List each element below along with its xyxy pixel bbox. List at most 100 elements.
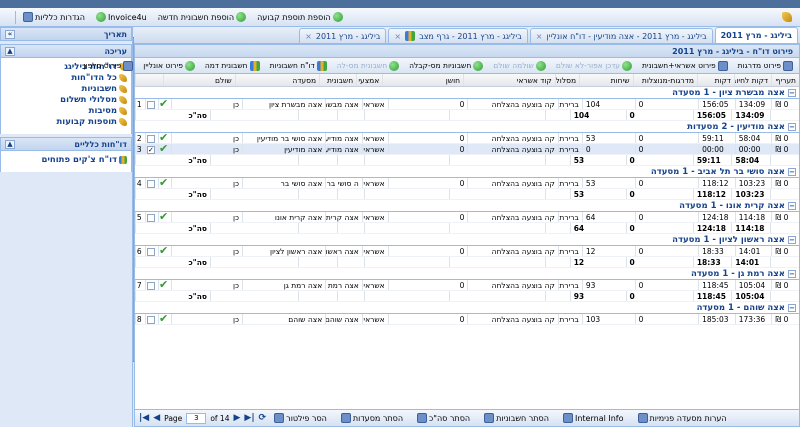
pager-button-1[interactable]: הסתר מסעדות bbox=[337, 411, 407, 426]
report-tool-button-1[interactable]: פירוט אשראי+חשבונית bbox=[639, 59, 731, 72]
sidebar-item[interactable]: תוספות קבועות bbox=[5, 117, 127, 128]
group-header[interactable]: −אצה מבשרת ציון - 1 מסעדה bbox=[135, 87, 799, 99]
column-header-invoice[interactable]: חשבונית bbox=[319, 74, 356, 86]
group-header[interactable]: −אצה שוהם - 1 מסעדה bbox=[135, 302, 799, 314]
report-tool-button-2[interactable]: עדכן אפור-לא שולם bbox=[553, 59, 635, 72]
table-row[interactable]: 0 ₪105:04118:45093ברירת מחדל - מדרגותקה … bbox=[135, 280, 799, 291]
report-tool-button-6[interactable]: דו"ח חשבוניות bbox=[267, 59, 330, 72]
table-row[interactable]: 0 ₪00:0000:0000ברירת מחדל - מדרגותקה בוצ… bbox=[135, 144, 799, 155]
row-checkbox[interactable]: ✓ bbox=[146, 146, 155, 154]
column-header-used-tiers[interactable]: מדרגות-מנוצלות bbox=[632, 74, 697, 86]
table-row[interactable]: 0 ₪114:18124:18064ברירת מחדל - מדרגותקה … bbox=[135, 212, 799, 223]
general-settings-button[interactable]: הגדרות כלליות bbox=[19, 10, 89, 25]
add-invoice-button[interactable]: הוספת חשבונית חדשה bbox=[154, 10, 250, 25]
pager-button-3[interactable]: הסתר חשבוניות bbox=[480, 411, 553, 426]
report-tool-button-4[interactable]: חשבוניות מס-קבלה bbox=[406, 59, 486, 72]
check-icon: ✔ bbox=[159, 178, 169, 188]
report-tool-button-3[interactable]: שולמה שולם bbox=[490, 59, 549, 72]
row-checkbox[interactable] bbox=[146, 214, 155, 222]
row-checkbox[interactable] bbox=[146, 101, 155, 109]
select-cell[interactable]: ✓ bbox=[144, 144, 158, 154]
invoice4u-button[interactable]: Invoice4u bbox=[92, 10, 151, 25]
edit-panel-header[interactable]: ▲ עריכה bbox=[0, 44, 132, 58]
close-icon[interactable]: × bbox=[305, 32, 312, 41]
report-tool-button-5[interactable]: חשבונית מס-לה bbox=[334, 59, 402, 72]
column-header-status[interactable] bbox=[135, 74, 163, 86]
table-row[interactable]: 0 ₪134:09156:050104ברירת מחדל - מדרגותקה… bbox=[135, 99, 799, 110]
tab-3[interactable]: ביליגג - מרץ 2011 × bbox=[299, 28, 387, 43]
sidebar-item[interactable]: כל הדו"חות bbox=[5, 73, 127, 84]
column-header-billable-minutes[interactable]: דקות לחיוב bbox=[733, 74, 771, 86]
group-header[interactable]: −אצה רמת גן - 1 מסעדה bbox=[135, 268, 799, 280]
tab-0[interactable]: ביליגג - מרץ 2011 bbox=[714, 27, 798, 43]
table-row[interactable]: 0 ₪173:36185:030103ברירת מחדל - מדרגותקה… bbox=[135, 314, 799, 325]
general-reports-header[interactable]: ▲ דו"חות כלליים bbox=[0, 137, 132, 151]
settings-button[interactable] bbox=[778, 10, 796, 25]
row-checkbox[interactable] bbox=[146, 282, 155, 290]
collapse-icon[interactable]: − bbox=[788, 167, 796, 176]
table-row[interactable]: 0 ₪58:0459:11053ברירת מחדל - מדרגותקה בו… bbox=[135, 133, 799, 144]
table-row[interactable]: 0 ₪103:23118:12053ברירת מחדל - מדרגותקה … bbox=[135, 178, 799, 189]
collapse-icon[interactable]: ▲ bbox=[5, 46, 15, 56]
tab-2[interactable]: ביליגג - מרץ 2011 - גרף מצב × bbox=[388, 28, 528, 43]
collapse-icon[interactable]: « bbox=[5, 29, 15, 39]
close-icon[interactable]: × bbox=[394, 32, 401, 41]
page-input[interactable] bbox=[186, 412, 207, 424]
refresh-icon[interactable]: ⟳ bbox=[259, 413, 267, 423]
add-fixed-addition-button[interactable]: הוספת תוספת קבועה bbox=[253, 10, 347, 25]
table-row[interactable]: 0 ₪14:0118:33012ברירת מחדל - מדרגותקה בו… bbox=[135, 246, 799, 257]
next-page-icon[interactable]: ▶ bbox=[233, 413, 240, 423]
column-header-hoshen[interactable]: חושן bbox=[382, 74, 463, 86]
collapse-icon[interactable]: − bbox=[788, 269, 796, 278]
select-cell[interactable] bbox=[144, 178, 158, 188]
pager-button-4[interactable]: Internal Info bbox=[559, 411, 628, 426]
last-page-icon[interactable]: ▶| bbox=[244, 413, 254, 423]
select-cell[interactable] bbox=[144, 314, 158, 324]
select-cell[interactable] bbox=[144, 246, 158, 256]
collapse-icon[interactable]: − bbox=[788, 88, 796, 97]
collapse-icon[interactable]: ▲ bbox=[5, 139, 15, 149]
column-header-credit-code[interactable]: קוד אשראי bbox=[463, 74, 555, 86]
empty-cell bbox=[209, 155, 298, 165]
dates-panel-header[interactable]: « תאריך bbox=[0, 27, 132, 41]
select-cell[interactable] bbox=[144, 99, 158, 109]
column-header-payment-route[interactable]: מסלול תשלום bbox=[554, 74, 579, 86]
row-checkbox[interactable] bbox=[146, 180, 155, 188]
column-header-rate[interactable]: תעריף bbox=[771, 74, 799, 86]
report-tool-button-0[interactable]: פירוט מדרגות bbox=[735, 59, 796, 72]
column-header-paid[interactable]: שולם bbox=[162, 74, 235, 86]
row-checkbox[interactable] bbox=[146, 316, 155, 324]
collapse-icon[interactable]: − bbox=[788, 122, 796, 131]
tab-1[interactable]: ביליגג - מרץ 2011 - אצה מודיעין - דו"ח א… bbox=[529, 28, 713, 43]
column-header-minutes[interactable]: דקות bbox=[696, 74, 734, 86]
collapse-icon[interactable]: − bbox=[788, 303, 796, 312]
pager-button-2[interactable]: הסתר סה"כ bbox=[413, 411, 474, 426]
group-header[interactable]: −אצה מודיעין - 2 מסעדות bbox=[135, 121, 799, 133]
row-checkbox[interactable] bbox=[146, 135, 155, 143]
first-page-icon[interactable]: |◀ bbox=[139, 413, 149, 423]
pager-button-0[interactable]: הסר פילטור bbox=[270, 411, 331, 426]
select-cell[interactable] bbox=[144, 280, 158, 290]
sidebar-item[interactable]: מסיבות bbox=[5, 106, 127, 117]
report-tool-button-8[interactable]: פירוט אונליין bbox=[140, 59, 198, 72]
select-cell[interactable] bbox=[144, 133, 158, 143]
layout-button[interactable] bbox=[0, 10, 664, 362]
group-header[interactable]: −אצה סושי בר תל אביב - 1 מסעדה bbox=[135, 166, 799, 178]
prev-page-icon[interactable]: ◀ bbox=[153, 413, 160, 423]
column-header-payment-method[interactable]: אמצעי תשלום bbox=[356, 74, 382, 86]
close-icon[interactable]: × bbox=[536, 32, 543, 41]
column-header-restaurant[interactable]: מסעדה bbox=[234, 74, 319, 86]
select-cell[interactable] bbox=[144, 212, 158, 222]
group-header[interactable]: −אצה קרית אונו - 1 מסעדה bbox=[135, 200, 799, 212]
group-header[interactable]: −אצה ראשון לציון - 1 מסעדה bbox=[135, 234, 799, 246]
pager-button-5[interactable]: הערות מסעדה פנימיות bbox=[634, 411, 731, 426]
row-checkbox[interactable] bbox=[146, 248, 155, 256]
collapse-icon[interactable]: − bbox=[788, 235, 796, 244]
sidebar-item[interactable]: חשבוניות bbox=[5, 84, 127, 95]
column-header-calls[interactable]: שיחות bbox=[579, 74, 632, 86]
report-tool-button-7[interactable]: חשבונית דמה bbox=[202, 59, 263, 72]
report-tool-button-9[interactable]: פירוט סלפון bbox=[81, 59, 137, 72]
sidebar-item[interactable]: דו"ח צ'קים פתוחים bbox=[5, 155, 127, 166]
collapse-icon[interactable]: − bbox=[788, 201, 796, 210]
sidebar-item[interactable]: מסלולי תשלום bbox=[5, 95, 127, 106]
